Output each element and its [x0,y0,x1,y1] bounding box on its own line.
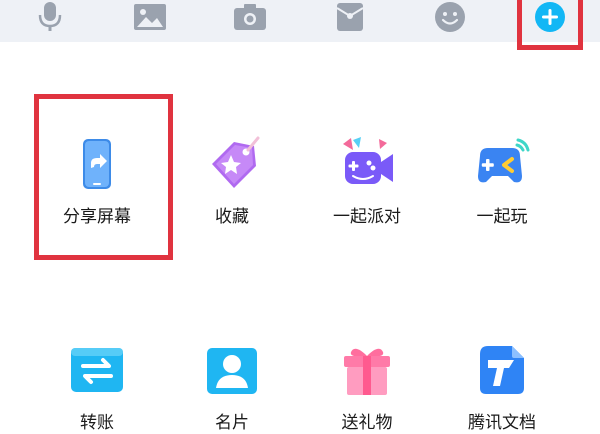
transfer-icon [71,348,123,392]
game-icon [478,138,530,183]
tencent-docs-icon [480,346,524,394]
favorite-icon [212,136,260,188]
image-button[interactable] [130,0,170,34]
item-label: 转账 [80,413,114,433]
more-plus-button[interactable] [530,0,570,34]
camera-icon [234,4,266,30]
image-icon [134,4,166,30]
red-packet-button[interactable] [330,0,370,34]
item-label: 一起派对 [333,207,401,227]
mic-icon [38,2,62,31]
item-label: 名片 [215,413,249,433]
item-label: 分享屏幕 [63,207,131,227]
voice-button[interactable] [30,0,70,34]
plus-icon [535,2,565,32]
item-label: 一起玩 [476,207,528,227]
share-screen-icon [83,139,111,189]
item-label: 送礼物 [341,413,393,433]
red-packet-icon [336,3,364,31]
contact-card-icon [207,348,257,394]
camera-button[interactable] [230,0,270,34]
gift-icon [344,348,390,395]
item-label: 腾讯文档 [468,413,536,433]
input-toolbar [0,0,600,42]
item-label: 收藏 [215,207,249,227]
party-icon [343,137,393,184]
emoji-icon [435,2,465,32]
emoji-button[interactable] [430,0,470,34]
